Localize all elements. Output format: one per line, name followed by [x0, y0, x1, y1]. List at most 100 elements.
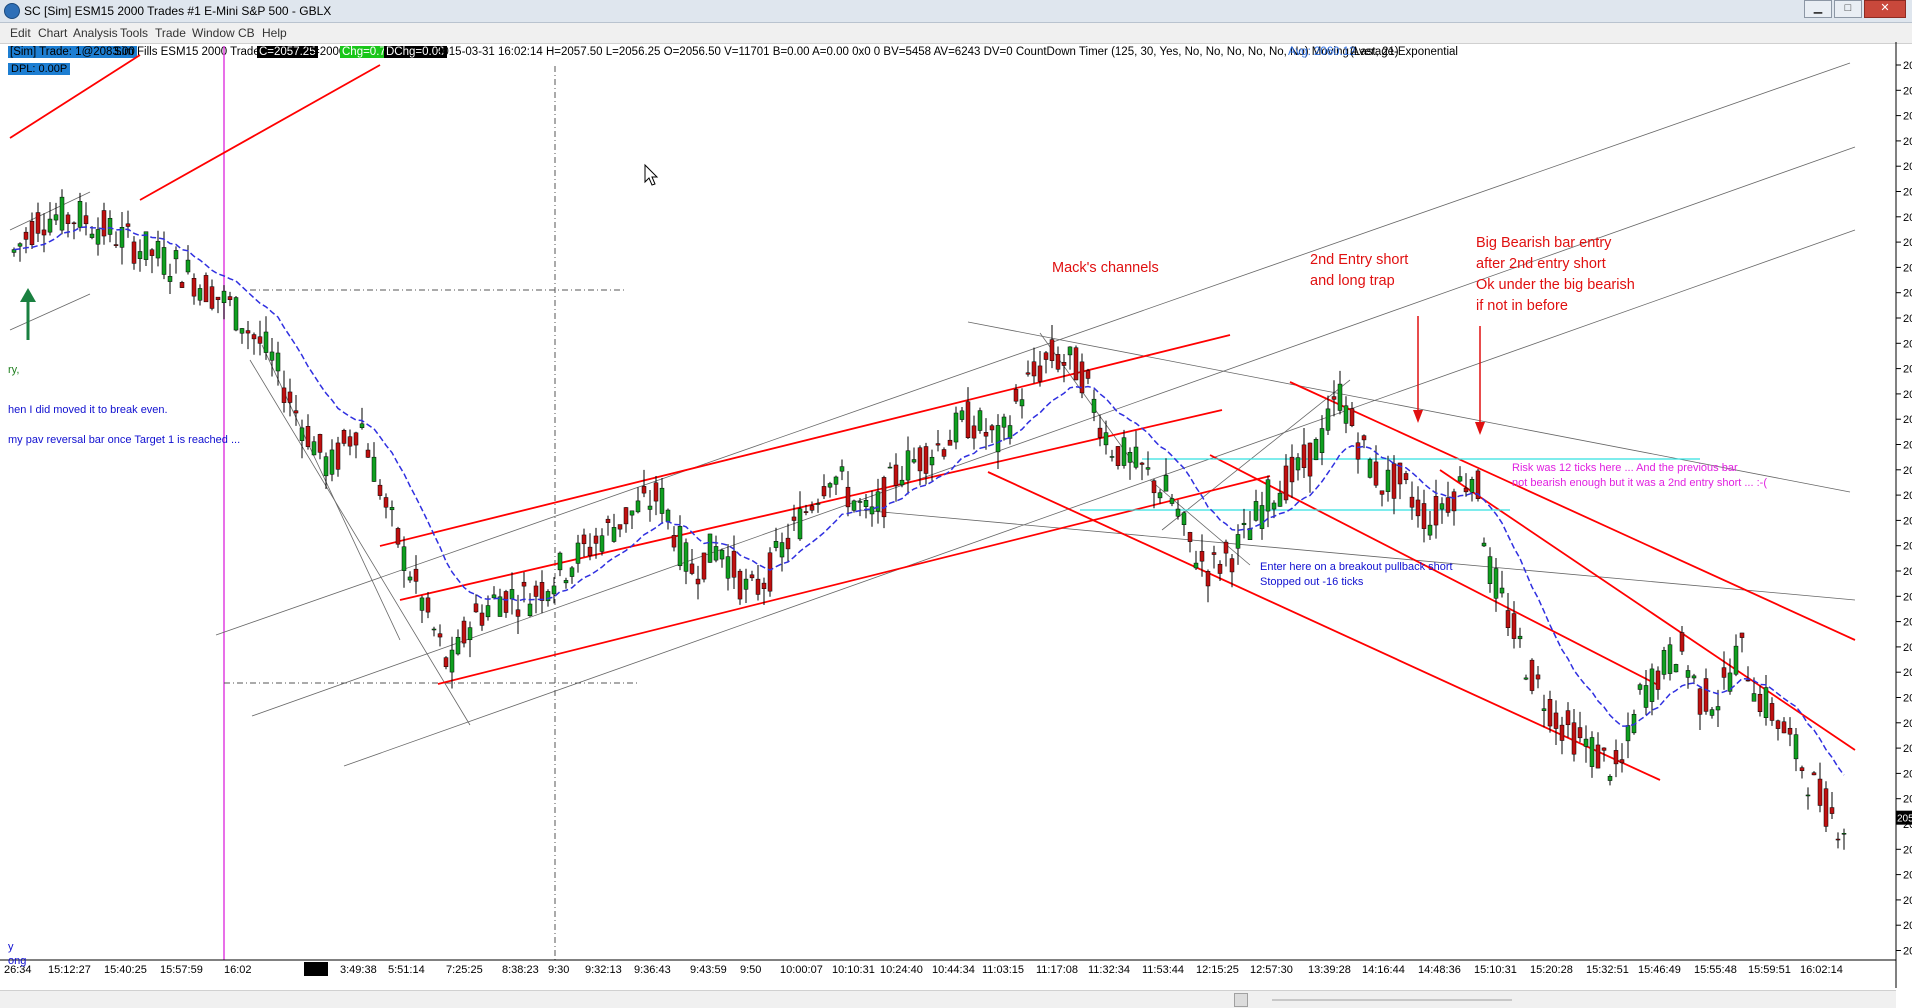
candle-body: [905, 450, 911, 481]
candle-body: [479, 612, 485, 626]
candle-body: [827, 483, 833, 488]
candle-body: [1085, 370, 1091, 379]
candle-body: [563, 580, 569, 584]
candle-body: [377, 484, 383, 496]
candle-body: [1103, 432, 1109, 446]
candle-body: [1487, 556, 1493, 584]
candle-body: [1013, 389, 1019, 402]
candle-body: [857, 501, 863, 503]
candle-body: [569, 567, 575, 577]
candle-body: [1553, 712, 1559, 729]
price-axis-label: 2067.00: [1903, 566, 1912, 578]
time-axis-label: 15:32:51: [1586, 964, 1629, 976]
candle-body: [1793, 734, 1799, 760]
candle-body: [677, 526, 683, 567]
candle-body: [1817, 778, 1823, 806]
candle-body: [917, 447, 923, 472]
candle-body: [149, 249, 155, 256]
candle-body: [311, 441, 317, 456]
candle-body: [665, 509, 671, 522]
candle-body: [1361, 435, 1367, 441]
candle-body: [1385, 469, 1391, 492]
candle-body: [1211, 552, 1217, 555]
candle-body: [1301, 444, 1307, 468]
candle-body: [1715, 706, 1721, 711]
price-axis-label: 2074.00: [1903, 389, 1912, 401]
candle-body: [359, 423, 365, 428]
chart-lines-layer: [9, 46, 1856, 960]
channel-line: [9, 54, 141, 139]
candle-body: [1781, 721, 1787, 734]
candle-body: [659, 487, 665, 514]
candle-body: [791, 516, 797, 521]
candle-body: [881, 477, 887, 518]
candle-body: [1127, 452, 1133, 463]
candle-body: [83, 215, 89, 225]
scrollbar-track: [1272, 999, 1512, 1001]
time-axis: 26:34 15:12:27 15:40:25 15:57:59 16:02 3-31 3:…: [0, 959, 1896, 976]
candle-body: [911, 459, 917, 463]
candle-body: [689, 563, 695, 574]
candle-body: [155, 240, 161, 259]
candle-body: [1763, 687, 1769, 718]
risk-note-2: not bearish enough but it was a 2nd entr…: [1512, 477, 1767, 489]
candle-body: [623, 507, 629, 525]
candle-body: [1139, 462, 1145, 465]
candle-body: [191, 278, 197, 297]
candle-body: [1043, 352, 1049, 360]
price-axis-label: 2080.00: [1903, 237, 1912, 249]
candle-body: [755, 578, 761, 595]
time-axis-label: 16:02:14: [1800, 964, 1843, 976]
candle-body: [1607, 776, 1613, 781]
price-axis-label: 2086.00: [1903, 85, 1912, 97]
scrollbar-thumb[interactable]: [1234, 993, 1248, 1007]
candle-body: [473, 603, 479, 613]
candle-body: [1331, 396, 1337, 400]
candle-body: [983, 432, 989, 437]
candle-body: [293, 410, 299, 414]
candle-body: [1529, 659, 1535, 691]
candle-body: [383, 497, 389, 508]
candle-body: [1067, 346, 1073, 356]
candle-body: [935, 443, 941, 446]
time-axis-label: 7:25:25: [446, 964, 483, 976]
mouse-cursor-icon: [644, 163, 659, 186]
price-axis-label: 2079.00: [1903, 262, 1912, 274]
candle-body: [1691, 675, 1697, 679]
candle-body: [899, 479, 905, 486]
candle-body: [629, 510, 635, 516]
candle-body: [1091, 398, 1097, 413]
candle-body: [599, 535, 605, 552]
candle-body: [1241, 522, 1247, 526]
price-axis-label: 2075.00: [1903, 364, 1912, 376]
time-axis-label: 15:10:31: [1474, 964, 1517, 976]
candle-body: [1157, 492, 1163, 499]
candle-body: [1253, 501, 1259, 521]
candle-body: [1823, 788, 1829, 827]
price-axis-label: 2085.00: [1903, 111, 1912, 123]
candle-body: [65, 214, 71, 224]
price-axis-label: 2064.00: [1903, 642, 1912, 654]
candle-body: [1409, 496, 1415, 508]
candle-body: [707, 533, 713, 563]
candle-body: [275, 352, 281, 372]
candle-body: [1457, 476, 1463, 482]
candle-body: [365, 449, 371, 458]
candle-body: [1583, 738, 1589, 747]
price-chart[interactable]: 2087.00 2086.00 2085.00 2084.00 2083.00 2082.…: [0, 0, 1912, 990]
candle-body: [1769, 703, 1775, 721]
time-axis-label: 11:32:34: [1088, 964, 1130, 976]
price-axis-label: 2076.00: [1903, 338, 1912, 350]
candle-body: [1061, 362, 1067, 366]
candle-body: [1505, 610, 1511, 628]
candle-body: [1031, 361, 1037, 377]
candle-body: [1163, 475, 1169, 492]
candle-body: [1169, 498, 1175, 504]
candle-body: [1007, 425, 1013, 439]
horizontal-scrollbar[interactable]: [0, 990, 1896, 1008]
candle-body: [1661, 650, 1667, 675]
candle-body: [1079, 361, 1085, 394]
candle-body: [497, 596, 503, 617]
candle-body: [923, 446, 929, 474]
left-bottom-note-2: ong: [8, 955, 27, 967]
